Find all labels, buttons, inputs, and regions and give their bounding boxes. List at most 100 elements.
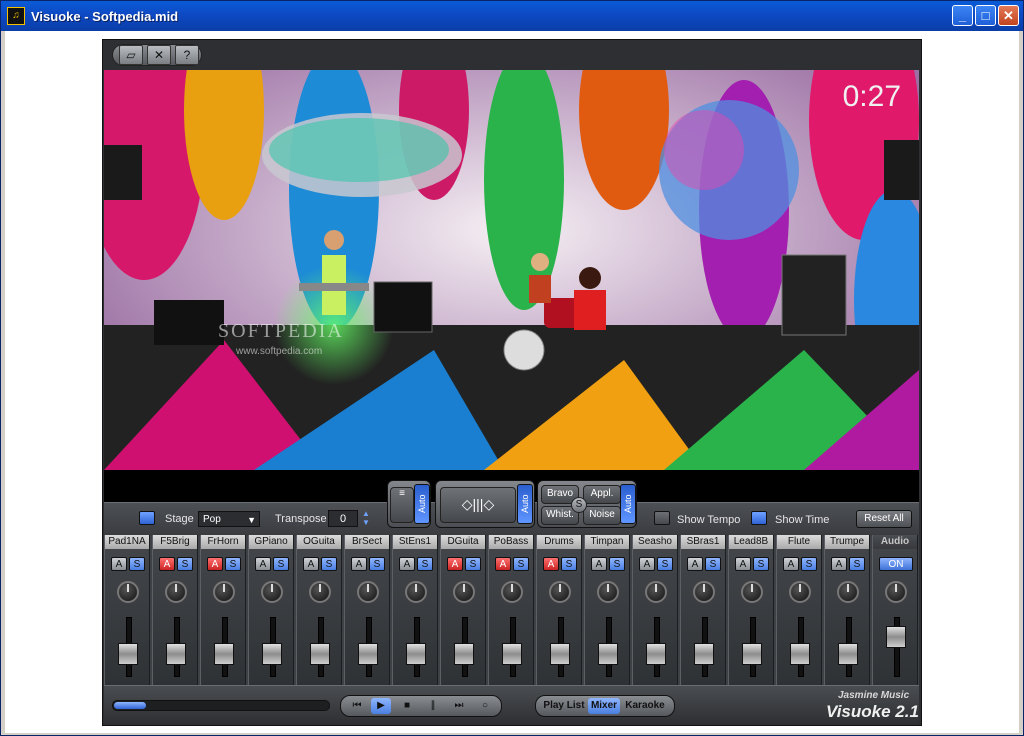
help-icon[interactable]: ? — [175, 45, 199, 65]
solo-button[interactable]: S — [465, 557, 481, 571]
loop-icon[interactable]: ○ — [475, 698, 495, 714]
accompaniment-button[interactable]: A — [111, 557, 127, 571]
pan-knob[interactable] — [501, 581, 523, 603]
pan-knob[interactable] — [597, 581, 619, 603]
solo-button[interactable]: S — [849, 557, 865, 571]
skip-forward-icon[interactable]: ⏭ — [449, 698, 469, 714]
transpose-input[interactable]: 0 — [328, 510, 358, 527]
play-icon[interactable]: ▶ — [371, 698, 391, 714]
maximize-button[interactable]: □ — [975, 5, 996, 26]
tools-icon[interactable]: ✕ — [147, 45, 171, 65]
solo-button[interactable]: S — [417, 557, 433, 571]
volume-fader[interactable] — [262, 643, 282, 666]
pan-knob[interactable] — [741, 581, 763, 603]
stage-select[interactable]: Pop ▼ — [198, 511, 260, 527]
audio-on-button[interactable]: ON — [879, 557, 913, 571]
volume-fader[interactable] — [502, 643, 522, 666]
accompaniment-button[interactable]: A — [399, 557, 415, 571]
spin-arrows-icon[interactable]: ▲ ▼ — [362, 509, 370, 527]
pan-knob[interactable] — [837, 581, 859, 603]
solo-button[interactable]: S — [177, 557, 193, 571]
volume-fader[interactable] — [838, 643, 858, 666]
tab-karaoke[interactable]: Karaoke — [622, 698, 668, 714]
crowd-s-button[interactable]: S — [571, 497, 587, 513]
accompaniment-button[interactable]: A — [159, 557, 175, 571]
accompaniment-button[interactable]: A — [831, 557, 847, 571]
solo-button[interactable]: S — [801, 557, 817, 571]
pan-knob[interactable] — [405, 581, 427, 603]
pan-knob[interactable] — [693, 581, 715, 603]
solo-button[interactable]: S — [321, 557, 337, 571]
stage-checkbox[interactable] — [139, 511, 155, 525]
accompaniment-button[interactable]: A — [543, 557, 559, 571]
accompaniment-button[interactable]: A — [255, 557, 271, 571]
lights-button[interactable]: ≡ — [390, 487, 414, 523]
reset-all-button[interactable]: Reset All — [856, 510, 912, 528]
solo-button[interactable]: S — [657, 557, 673, 571]
pan-knob[interactable] — [789, 581, 811, 603]
volume-fader[interactable] — [742, 643, 762, 666]
folder-open-icon[interactable]: ▱ — [119, 45, 143, 65]
accompaniment-button[interactable]: A — [591, 557, 607, 571]
show-time-checkbox[interactable] — [751, 511, 767, 525]
pan-knob[interactable] — [117, 581, 139, 603]
volume-fader[interactable] — [454, 643, 474, 666]
solo-button[interactable]: S — [705, 557, 721, 571]
close-button[interactable]: ✕ — [998, 5, 1019, 26]
minimize-button[interactable]: _ — [952, 5, 973, 26]
stop-icon[interactable]: ■ — [397, 698, 417, 714]
auto-lights-button[interactable]: Auto — [414, 484, 430, 524]
volume-fader[interactable] — [694, 643, 714, 666]
pan-knob[interactable] — [261, 581, 283, 603]
volume-fader[interactable] — [790, 643, 810, 666]
pan-knob[interactable] — [309, 581, 331, 603]
volume-fader[interactable] — [358, 643, 378, 666]
volume-fader[interactable] — [118, 643, 138, 666]
pan-knob[interactable] — [549, 581, 571, 603]
solo-button[interactable]: S — [273, 557, 289, 571]
accompaniment-button[interactable]: A — [447, 557, 463, 571]
pan-knob[interactable] — [357, 581, 379, 603]
accompaniment-button[interactable]: A — [687, 557, 703, 571]
volume-fader[interactable] — [214, 643, 234, 666]
volume-fader[interactable] — [166, 643, 186, 666]
auto-effects-button[interactable]: Auto — [517, 484, 533, 524]
noise-button[interactable]: Noise — [583, 506, 621, 525]
show-tempo-checkbox[interactable] — [654, 511, 670, 525]
pan-knob[interactable] — [885, 581, 907, 603]
solo-button[interactable]: S — [129, 557, 145, 571]
volume-fader[interactable] — [310, 643, 330, 666]
solo-button[interactable]: S — [225, 557, 241, 571]
volume-fader[interactable] — [406, 643, 426, 666]
volume-fader[interactable] — [886, 625, 906, 648]
pan-knob[interactable] — [165, 581, 187, 603]
pan-knob[interactable] — [645, 581, 667, 603]
pause-icon[interactable]: ∥ — [423, 698, 443, 714]
accompaniment-button[interactable]: A — [735, 557, 751, 571]
auto-crowd-button[interactable]: Auto — [620, 484, 636, 524]
applause-button[interactable]: Appl. — [583, 485, 621, 504]
tab-mixer[interactable]: Mixer — [588, 698, 620, 714]
accompaniment-button[interactable]: A — [303, 557, 319, 571]
accompaniment-button[interactable]: A — [639, 557, 655, 571]
tab-play-list[interactable]: Play List — [542, 698, 586, 714]
accompaniment-button[interactable]: A — [783, 557, 799, 571]
title-bar[interactable]: ♫ Visuoke - Softpedia.mid _ □ ✕ — [1, 1, 1023, 31]
volume-fader[interactable] — [550, 643, 570, 666]
solo-button[interactable]: S — [609, 557, 625, 571]
accompaniment-button[interactable]: A — [495, 557, 511, 571]
solo-button[interactable]: S — [561, 557, 577, 571]
accompaniment-button[interactable]: A — [351, 557, 367, 571]
volume-fader[interactable] — [598, 643, 618, 666]
solo-button[interactable]: S — [369, 557, 385, 571]
accompaniment-button[interactable]: A — [207, 557, 223, 571]
solo-button[interactable]: S — [513, 557, 529, 571]
effects-button[interactable]: ◇|||◇ — [440, 487, 516, 523]
skip-back-icon[interactable]: ⏮ — [347, 698, 367, 714]
pan-knob[interactable] — [453, 581, 475, 603]
pan-knob[interactable] — [213, 581, 235, 603]
song-progress-bar[interactable] — [112, 700, 330, 711]
music-notes-icon[interactable]: ♫ — [7, 7, 25, 25]
volume-fader[interactable] — [646, 643, 666, 666]
solo-button[interactable]: S — [753, 557, 769, 571]
